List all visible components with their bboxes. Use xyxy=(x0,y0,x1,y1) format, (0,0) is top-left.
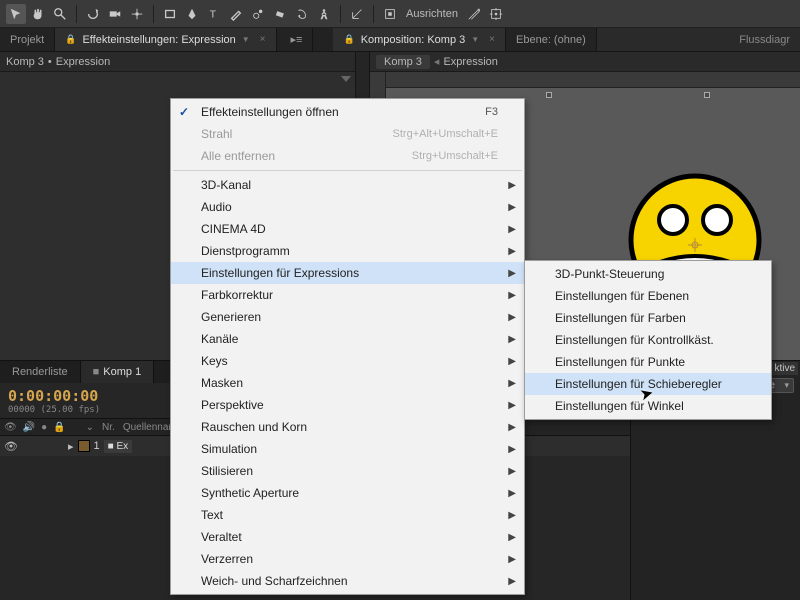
menu-item[interactable]: CINEMA 4D▶ xyxy=(171,218,524,240)
menu-item[interactable]: Keys▶ xyxy=(171,350,524,372)
eye-icon[interactable]: 👁 xyxy=(4,440,18,453)
tab-projekt[interactable]: Projekt xyxy=(0,28,55,51)
tab-renderliste[interactable]: Renderliste xyxy=(0,361,81,383)
submenu-item[interactable]: Einstellungen für Kontrollkäst. xyxy=(525,329,771,351)
menu-item[interactable]: Stilisieren▶ xyxy=(171,460,524,482)
submenu-arrow-icon: ▶ xyxy=(508,488,516,499)
submenu-arrow-icon: ▶ xyxy=(508,532,516,543)
bbox-handle[interactable] xyxy=(546,92,552,98)
panel-tab-bar: Projekt 🔒 Effekteinstellungen: Expressio… xyxy=(0,28,800,52)
tab-komp1[interactable]: ■Komp 1 xyxy=(81,361,155,383)
submenu-item[interactable]: Einstellungen für Farben xyxy=(525,307,771,329)
tool-local-axis[interactable] xyxy=(347,4,367,24)
menu-item[interactable]: Masken▶ xyxy=(171,372,524,394)
snap-mode-2[interactable] xyxy=(486,4,506,24)
panel-menu-toggle[interactable]: ▸≡ xyxy=(281,28,314,51)
effect-breadcrumb: Komp 3 • Expression xyxy=(0,52,355,72)
menu-item[interactable]: Audio▶ xyxy=(171,196,524,218)
active-camera-label: ktive xyxy=(771,362,798,375)
tab-komposition[interactable]: 🔒 Komposition: Komp 3 ▼ × xyxy=(333,28,506,51)
tool-selection[interactable] xyxy=(6,4,26,24)
menu-item[interactable]: Veraltet▶ xyxy=(171,526,524,548)
menu-item[interactable]: Text▶ xyxy=(171,504,524,526)
menu-item[interactable]: Generieren▶ xyxy=(171,306,524,328)
submenu-arrow-icon: ▶ xyxy=(508,224,516,235)
menu-item[interactable]: Synthetic Aperture▶ xyxy=(171,482,524,504)
submenu-item[interactable]: 3D-Punkt-Steuerung xyxy=(525,263,771,285)
menu-item[interactable]: Rauschen und Korn▶ xyxy=(171,416,524,438)
effects-context-menu: ✓Effekteinstellungen öffnenF3StrahlStrg+… xyxy=(170,98,525,595)
menu-item[interactable]: Einstellungen für Expressions▶ xyxy=(171,262,524,284)
tool-eraser[interactable] xyxy=(270,4,290,24)
current-timecode[interactable]: 0:00:00:00 xyxy=(0,383,108,405)
menu-item: Alle entfernenStrg+Umschalt+E xyxy=(171,145,524,167)
submenu-arrow-icon: ▶ xyxy=(508,290,516,301)
submenu-arrow-icon: ▶ xyxy=(508,246,516,257)
submenu-item[interactable]: Einstellungen für Punkte xyxy=(525,351,771,373)
menu-item[interactable]: Weich- und Scharfzeichnen▶ xyxy=(171,570,524,592)
tab-ebene[interactable]: Ebene: (ohne) xyxy=(506,28,597,51)
shy-icon[interactable]: ⌄ xyxy=(86,422,94,433)
menu-item[interactable]: Kanäle▶ xyxy=(171,328,524,350)
tool-clone[interactable] xyxy=(248,4,268,24)
menu-item[interactable]: Perspektive▶ xyxy=(171,394,524,416)
lock-icon: 🔒 xyxy=(65,34,76,45)
submenu-arrow-icon: ▶ xyxy=(508,400,516,411)
submenu-arrow-icon: ▶ xyxy=(508,202,516,213)
submenu-arrow-icon: ▶ xyxy=(508,180,516,191)
submenu-arrow-icon: ▶ xyxy=(508,510,516,521)
submenu-arrow-icon: ▶ xyxy=(508,554,516,565)
menu-item[interactable]: 3D-Kanal▶ xyxy=(171,174,524,196)
close-icon[interactable]: × xyxy=(260,34,266,45)
scroll-indicator xyxy=(341,76,351,82)
tool-pen[interactable] xyxy=(182,4,202,24)
submenu-arrow-icon: ▶ xyxy=(508,444,516,455)
dropdown-icon[interactable]: ▼ xyxy=(242,35,250,44)
submenu-arrow-icon: ▶ xyxy=(508,422,516,433)
close-icon[interactable]: × xyxy=(489,34,495,45)
tab-effekteinstellungen[interactable]: 🔒 Effekteinstellungen: Expression ▼ × xyxy=(55,28,276,51)
tool-roto[interactable] xyxy=(292,4,312,24)
solo-icon[interactable]: ● xyxy=(41,422,47,433)
menu-item[interactable]: Dienstprogramm▶ xyxy=(171,240,524,262)
tool-rect[interactable] xyxy=(160,4,180,24)
submenu-arrow-icon: ▶ xyxy=(508,576,516,587)
menu-item[interactable]: Verzerren▶ xyxy=(171,548,524,570)
submenu-arrow-icon: ▶ xyxy=(508,378,516,389)
tool-zoom[interactable] xyxy=(50,4,70,24)
eye-icon[interactable]: 👁 xyxy=(4,422,17,433)
tool-camera[interactable] xyxy=(105,4,125,24)
timecode-framerate: 00000 (25.00 fps) xyxy=(0,405,108,418)
ruler-horizontal xyxy=(370,72,800,88)
bbox-handle[interactable] xyxy=(704,92,710,98)
snap-toggle[interactable] xyxy=(380,4,400,24)
tool-anchor[interactable] xyxy=(127,4,147,24)
snap-label: Ausrichten xyxy=(402,8,462,20)
lock-icon[interactable]: 🔒 xyxy=(53,422,65,433)
speaker-icon[interactable]: 🔊 xyxy=(23,422,35,433)
menu-item[interactable]: ✓Effekteinstellungen öffnenF3 xyxy=(171,101,524,123)
submenu-arrow-icon: ▶ xyxy=(508,466,516,477)
tool-rotate[interactable] xyxy=(83,4,103,24)
submenu-arrow-icon: ▶ xyxy=(508,334,516,345)
lock-icon: 🔒 xyxy=(343,34,354,45)
menu-item[interactable]: Simulation▶ xyxy=(171,438,524,460)
menu-item[interactable]: Farbkorrektur▶ xyxy=(171,284,524,306)
layer-color-swatch[interactable] xyxy=(78,440,90,452)
comp-breadcrumb: Komp 3 ◂ Expression xyxy=(370,52,800,72)
snap-mode-1[interactable] xyxy=(464,4,484,24)
top-toolbar: T Ausrichten xyxy=(0,0,800,28)
tool-brush[interactable] xyxy=(226,4,246,24)
submenu-arrow-icon: ▶ xyxy=(508,356,516,367)
submenu-item[interactable]: Einstellungen für Ebenen xyxy=(525,285,771,307)
tab-flussdiagramm[interactable]: Flussdiagr xyxy=(729,28,800,51)
tool-text[interactable]: T xyxy=(204,4,224,24)
svg-text:T: T xyxy=(210,8,217,20)
tool-puppet[interactable] xyxy=(314,4,334,24)
submenu-arrow-icon: ▶ xyxy=(508,268,516,279)
tool-hand[interactable] xyxy=(28,4,48,24)
dropdown-icon[interactable]: ▼ xyxy=(471,35,479,44)
menu-item: StrahlStrg+Alt+Umschalt+E xyxy=(171,123,524,145)
submenu-arrow-icon: ▶ xyxy=(508,312,516,323)
